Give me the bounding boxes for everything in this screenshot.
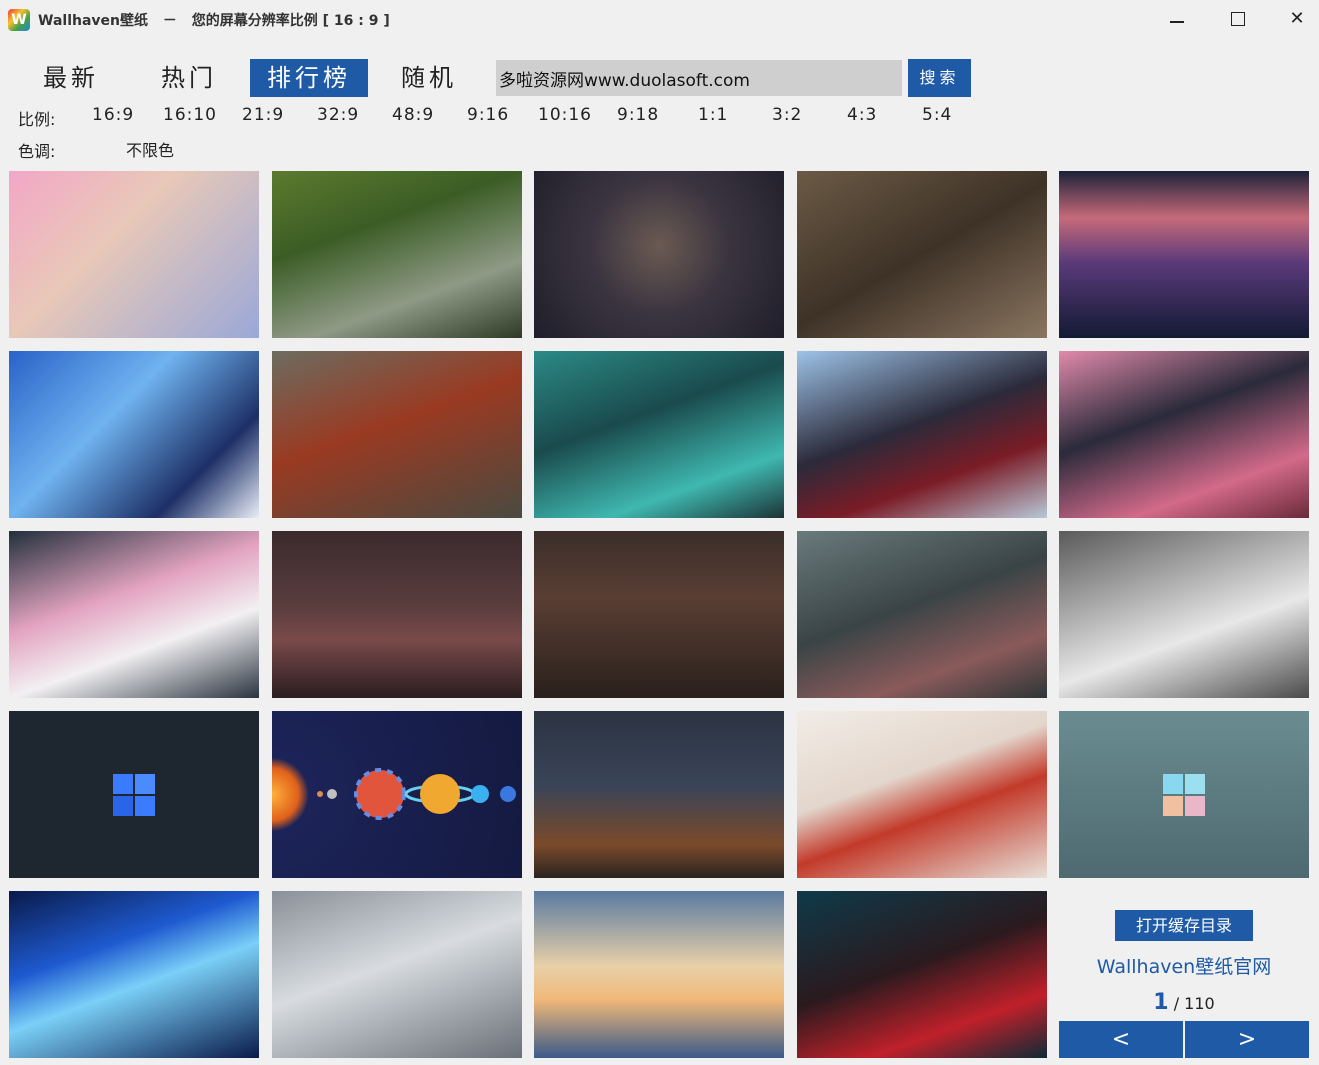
search-input[interactable] xyxy=(496,60,902,96)
tab-random[interactable]: 随机 xyxy=(386,59,472,97)
ratio-option-5-4[interactable]: 5:4 xyxy=(922,105,952,125)
wallpaper-thumbnail[interactable] xyxy=(534,351,784,518)
wallpaper-thumbnail[interactable] xyxy=(534,711,784,878)
wallpaper-thumbnail[interactable] xyxy=(797,891,1047,1058)
current-page: 1 xyxy=(1153,990,1169,1015)
tab-hot[interactable]: 热门 xyxy=(146,59,232,97)
wallpaper-thumbnail[interactable] xyxy=(272,891,522,1058)
windows-logo-icon xyxy=(113,773,155,816)
tab-latest[interactable]: 最新 xyxy=(28,59,114,97)
wallpaper-thumbnail[interactable] xyxy=(534,891,784,1058)
tab-ranking[interactable]: 排行榜 xyxy=(250,59,368,97)
app-logo-letter: W xyxy=(11,12,27,28)
prev-page-button[interactable]: < xyxy=(1059,1021,1183,1058)
ratio-label: 比例: xyxy=(18,110,56,129)
ratio-option-1-1[interactable]: 1:1 xyxy=(698,105,728,125)
ratio-option-48-9[interactable]: 48:9 xyxy=(392,105,434,125)
wallpaper-thumbnail[interactable] xyxy=(797,351,1047,518)
minimize-icon[interactable] xyxy=(1147,0,1207,38)
total-pages: / 110 xyxy=(1173,994,1215,1013)
windows-logo-icon xyxy=(1163,773,1205,816)
hue-option-any[interactable]: 不限色 xyxy=(126,137,174,161)
app-logo-icon: W xyxy=(8,9,30,31)
wallpaper-thumbnail[interactable] xyxy=(9,891,259,1058)
planets-illustration xyxy=(317,768,516,820)
search-button[interactable]: 搜索 xyxy=(908,59,971,97)
ratio-option-21-9[interactable]: 21:9 xyxy=(242,105,284,125)
ratio-option-16-9[interactable]: 16:9 xyxy=(92,105,134,125)
wallpaper-thumbnail[interactable] xyxy=(9,531,259,698)
title-bar: W Wallhaven壁纸 － 您的屏幕分辨率比例 [ 16 : 9 ] ✕ xyxy=(0,0,1319,40)
wallpaper-thumbnail[interactable] xyxy=(534,171,784,338)
open-cache-folder-button[interactable]: 打开缓存目录 xyxy=(1115,910,1253,941)
ratio-option-9-18[interactable]: 9:18 xyxy=(617,105,659,125)
ratio-option-9-16[interactable]: 9:16 xyxy=(467,105,509,125)
wallpaper-thumbnail[interactable] xyxy=(272,711,522,878)
title-separator: － xyxy=(162,13,177,29)
ratio-option-32-9[interactable]: 32:9 xyxy=(317,105,359,125)
wallpaper-thumbnail[interactable] xyxy=(272,171,522,338)
wallpaper-thumbnail[interactable] xyxy=(1059,351,1309,518)
maximize-icon[interactable] xyxy=(1207,0,1267,38)
wallpaper-thumbnail[interactable] xyxy=(9,351,259,518)
app-name: Wallhaven壁纸 xyxy=(38,13,148,29)
ratio-option-4-3[interactable]: 4:3 xyxy=(847,105,877,125)
close-icon[interactable]: ✕ xyxy=(1267,0,1319,38)
wallpaper-thumbnail[interactable] xyxy=(1059,531,1309,698)
hue-label: 色调: xyxy=(18,142,56,161)
ratio-option-3-2[interactable]: 3:2 xyxy=(772,105,802,125)
ratio-option-16-10[interactable]: 16:10 xyxy=(163,105,217,125)
window-title: Wallhaven壁纸 － 您的屏幕分辨率比例 [ 16 : 9 ] xyxy=(38,10,390,30)
ratio-option-10-16[interactable]: 10:16 xyxy=(538,105,592,125)
wallpaper-thumbnail[interactable] xyxy=(797,711,1047,878)
wallpaper-thumbnail[interactable] xyxy=(272,531,522,698)
wallpaper-thumbnail[interactable] xyxy=(797,171,1047,338)
page-indicator: 1 / 110 xyxy=(1059,990,1309,1015)
next-page-button[interactable]: > xyxy=(1185,1021,1309,1058)
wallpaper-thumbnail[interactable] xyxy=(534,531,784,698)
wallpaper-thumbnail[interactable] xyxy=(1059,171,1309,338)
wallpaper-thumbnail[interactable] xyxy=(272,351,522,518)
wallpaper-thumbnail[interactable] xyxy=(1059,711,1309,878)
screen-ratio-subtitle: 您的屏幕分辨率比例 [ 16 : 9 ] xyxy=(191,13,390,29)
wallpaper-thumbnail[interactable] xyxy=(9,711,259,878)
wallpaper-thumbnail[interactable] xyxy=(9,171,259,338)
official-site-link[interactable]: Wallhaven壁纸官网 xyxy=(1059,952,1309,979)
wallpaper-thumbnail[interactable] xyxy=(797,531,1047,698)
